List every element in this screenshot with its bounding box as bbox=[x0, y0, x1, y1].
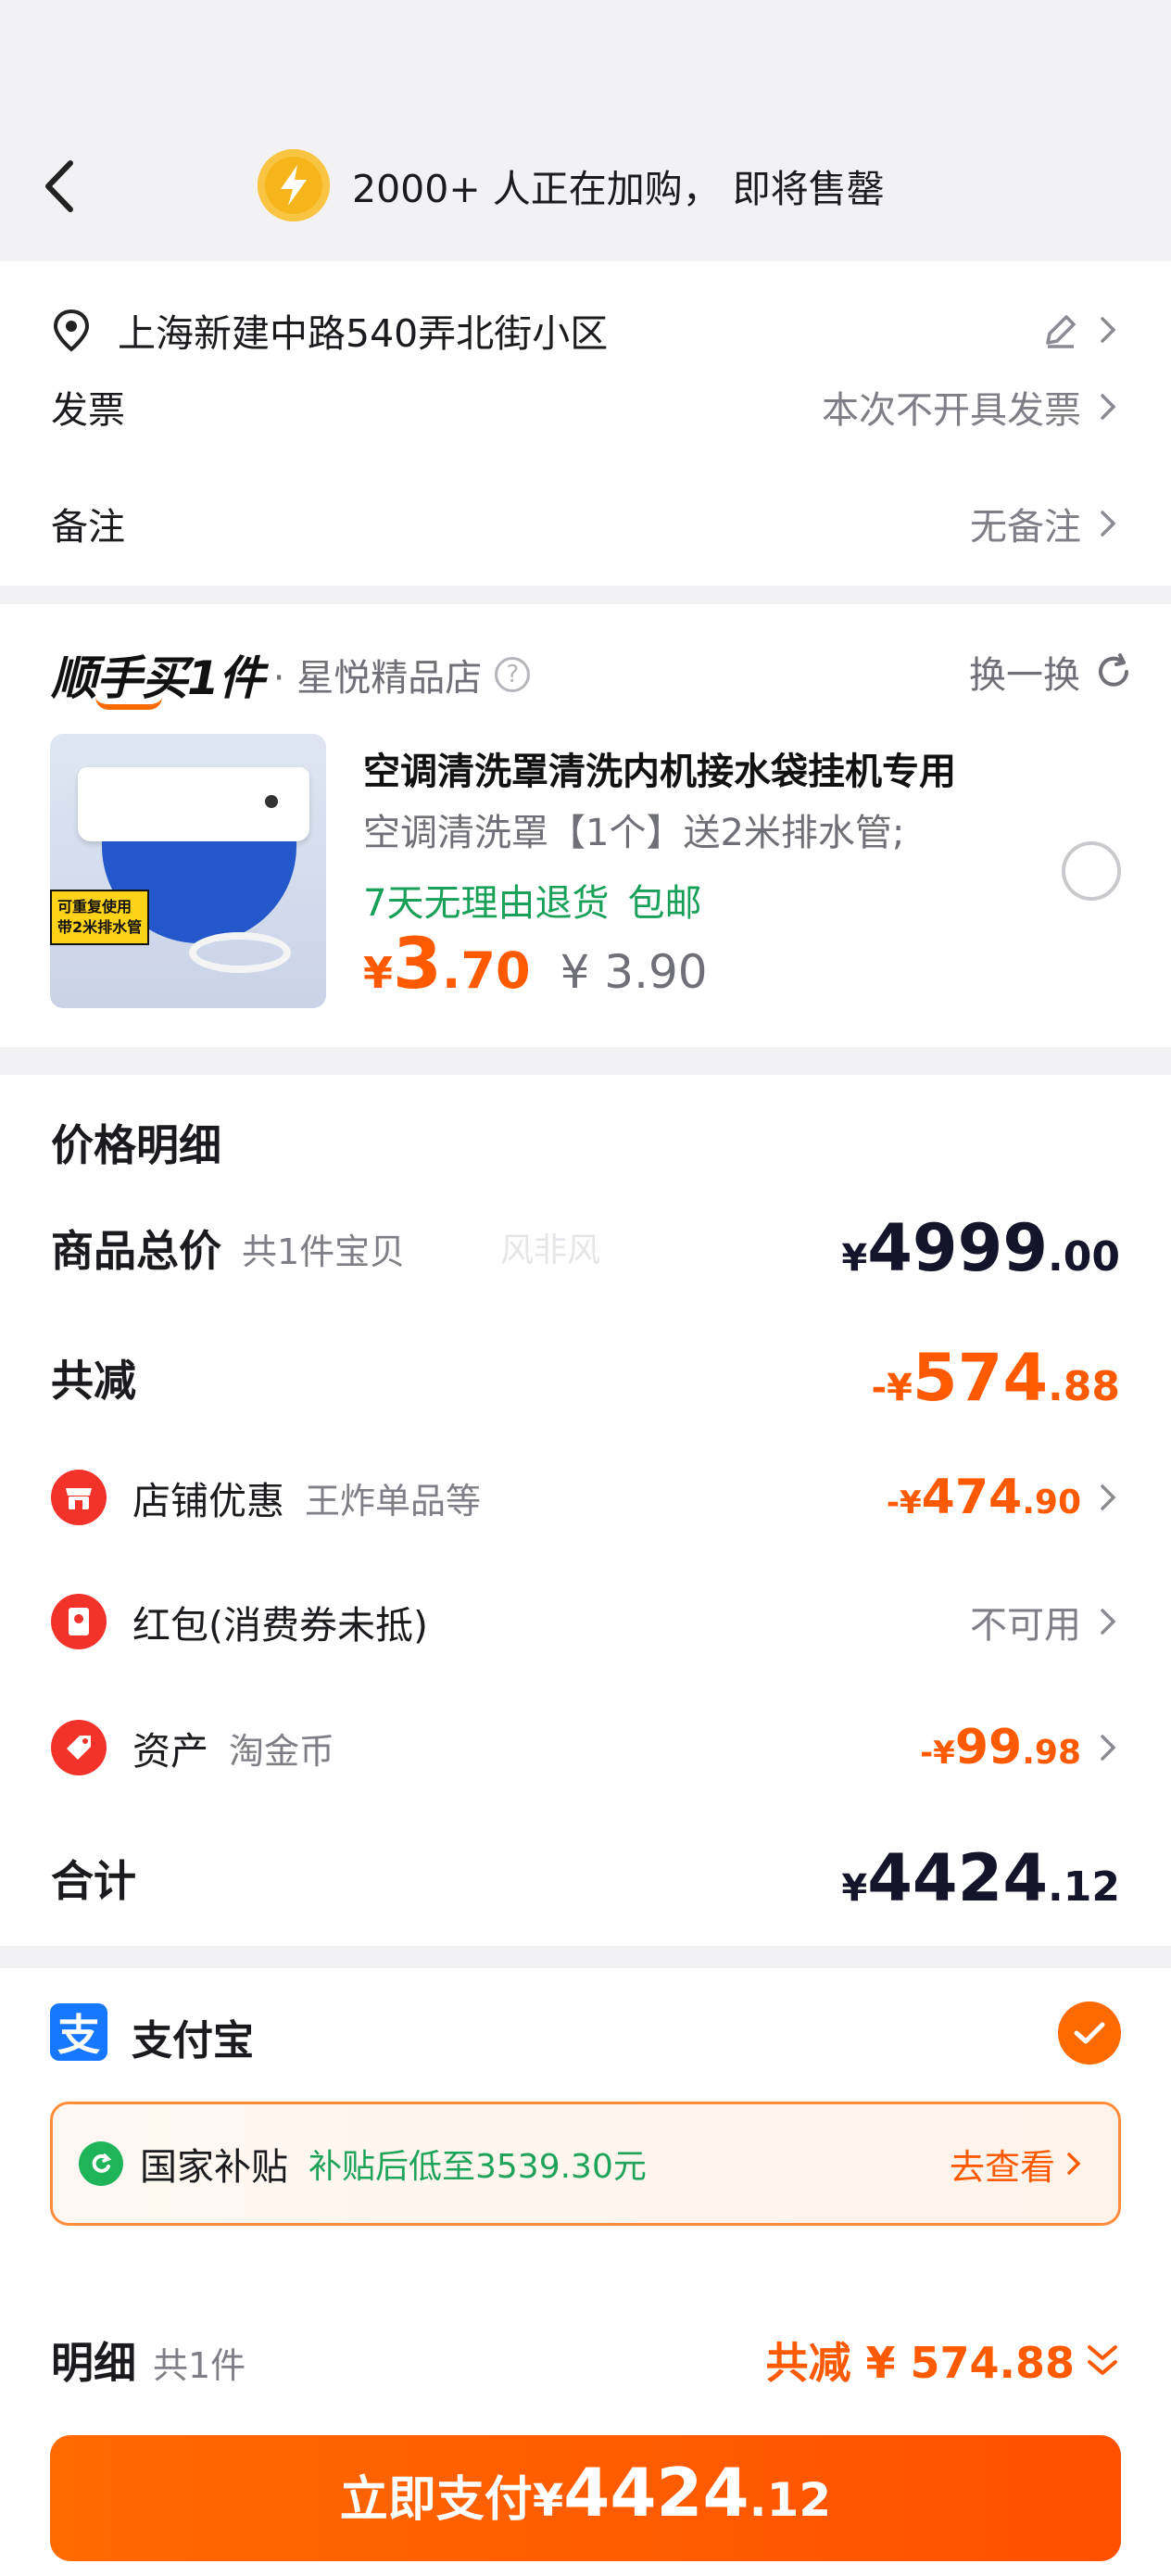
redpacket-label: 红包(消费券未抵) bbox=[132, 1603, 428, 1648]
remark-label: 备注 bbox=[51, 506, 125, 549]
chevron-right-icon bbox=[1067, 2153, 1081, 2175]
select-radio[interactable] bbox=[1062, 841, 1121, 901]
shop-coupon-row[interactable]: 店铺优惠 王炸单品等 -¥ 474.90 bbox=[51, 1470, 1120, 1525]
subsidy-icon bbox=[79, 2141, 123, 2186]
brand-logo: 顺手买1件 bbox=[51, 641, 265, 710]
double-chevron-down-icon bbox=[1088, 2345, 1117, 2375]
addon-header: 顺手买1件 · 星悦精品店 ? bbox=[51, 641, 531, 710]
redpacket-value: 不可用 bbox=[970, 1604, 1081, 1647]
section-title: 价格明细 bbox=[51, 1120, 221, 1170]
address-text: 上海新建中路540弄北街小区 bbox=[118, 311, 609, 356]
total-label: 商品总价 bbox=[51, 1226, 221, 1276]
asset-row[interactable]: 资产 淘金币 -¥ 99.98 bbox=[51, 1720, 1120, 1775]
help-icon[interactable]: ? bbox=[495, 657, 531, 692]
asset-amount: -¥ 99.98 bbox=[920, 1720, 1081, 1775]
payment-card: 支 支付宝 国家补贴 补贴后低至3539.30元 去查看 bbox=[0, 1968, 1171, 2298]
chevron-right-icon bbox=[1101, 317, 1116, 343]
pay-now-button[interactable]: 立即支付 ¥ 4424 .12 bbox=[50, 2435, 1121, 2561]
price-detail-card: 价格明细 风非风 商品总价 共1件宝贝 ¥4999.00 共减 -¥ 574.88… bbox=[0, 1075, 1171, 1946]
back-arrow-icon[interactable] bbox=[37, 158, 83, 215]
shop-coupon-note: 王炸单品等 bbox=[305, 1480, 482, 1522]
shop-coupon-label: 店铺优惠 bbox=[132, 1479, 284, 1523]
location-pin-icon bbox=[53, 309, 90, 352]
swap-button[interactable]: 换一换 bbox=[969, 645, 1134, 699]
lightning-icon bbox=[258, 149, 330, 221]
subsidy-title: 国家补贴 bbox=[140, 2146, 288, 2189]
payment-method-name[interactable]: 支付宝 bbox=[132, 2007, 254, 2066]
remark-value: 无备注 bbox=[970, 506, 1081, 549]
discount-summary[interactable]: 共减 ¥ 574.88 bbox=[765, 2330, 1121, 2391]
refresh-icon bbox=[1099, 653, 1128, 687]
air-conditioner-illustration bbox=[78, 767, 309, 841]
subsidy-banner[interactable]: 国家补贴 补贴后低至3539.30元 去查看 bbox=[50, 2102, 1121, 2226]
invoice-value: 本次不开具发票 bbox=[822, 389, 1081, 432]
chevron-right-icon bbox=[1101, 1735, 1116, 1761]
promo-text: 2000+ 人正在加购， 即将售罄 bbox=[352, 167, 885, 211]
discount-label: 共减 bbox=[51, 1356, 136, 1406]
invoice-row[interactable]: 发票 本次不开具发票 bbox=[51, 380, 1120, 434]
product-spec: 空调清洗罩【1个】送2米排水管; bbox=[363, 812, 905, 854]
address-row[interactable]: 上海新建中路540弄北街小区 bbox=[51, 302, 1120, 358]
original-price: ¥ 3.90 bbox=[560, 945, 708, 999]
swap-label: 换一换 bbox=[969, 654, 1080, 697]
detail-label: 明细 bbox=[51, 2338, 136, 2388]
promo-banner: 2000+ 人正在加购， 即将售罄 bbox=[258, 148, 885, 222]
chevron-right-icon bbox=[1101, 394, 1116, 420]
image-tag: 可重复使用 带2米排水管 bbox=[50, 890, 150, 945]
discount-total: 共减 ¥ 574.88 bbox=[765, 2338, 1075, 2388]
detail-count: 共1件 bbox=[153, 2345, 246, 2386]
sum-label: 合计 bbox=[51, 1856, 136, 1906]
detail-summary[interactable]: 明细 共1件 bbox=[51, 2330, 246, 2391]
shop-coupon-amount: -¥ 474.90 bbox=[886, 1470, 1081, 1525]
address-card: 上海新建中路540弄北街小区 发票 本次不开具发票 备注 无备注 bbox=[0, 261, 1171, 586]
product-image[interactable]: 可重复使用 带2米排水管 bbox=[50, 734, 326, 1008]
chevron-right-icon bbox=[1101, 1484, 1116, 1510]
edit-icon[interactable] bbox=[1040, 309, 1081, 350]
selected-check-icon[interactable] bbox=[1058, 2001, 1121, 2065]
addon-card: 顺手买1件 · 星悦精品店 ? 换一换 可重复使用 带2米排水管 空调清洗罩清洗内… bbox=[0, 604, 1171, 1047]
asset-label: 资产 bbox=[132, 1729, 208, 1774]
subsidy-desc: 补贴后低至3539.30元 bbox=[308, 2148, 647, 2186]
alipay-icon: 支 bbox=[50, 2003, 107, 2061]
sum-row: 合计 ¥4424.12 bbox=[51, 1846, 1120, 1911]
bottom-bar: 明细 共1件 共减 ¥ 574.88 立即支付 ¥ 4424 .12 bbox=[0, 2289, 1171, 2576]
checkout-page: 2000+ 人正在加购， 即将售罄 上海新建中路540弄北街小区 发票 本次不开… bbox=[0, 0, 1171, 2576]
chevron-right-icon bbox=[1101, 1609, 1116, 1635]
tag-icon bbox=[51, 1720, 107, 1775]
invoice-label: 发票 bbox=[51, 389, 125, 432]
sum-amount: ¥4424.12 bbox=[841, 1840, 1120, 1916]
total-amount: ¥4999.00 bbox=[841, 1210, 1120, 1286]
red-packet-icon bbox=[51, 1594, 107, 1649]
redpacket-row[interactable]: 红包(消费券未抵) 不可用 bbox=[51, 1594, 1120, 1649]
product-title[interactable]: 空调清洗罩清洗内机接水袋挂机专用 bbox=[363, 741, 956, 795]
shop-name[interactable]: · 星悦精品店 bbox=[273, 648, 482, 701]
shop-icon bbox=[51, 1470, 107, 1525]
asset-note: 淘金币 bbox=[229, 1730, 335, 1772]
free-shipping-tag: 包邮 bbox=[627, 882, 702, 925]
discount-amount: -¥ 574.88 bbox=[871, 1340, 1120, 1416]
total-price-row: 商品总价 共1件宝贝 ¥4999.00 bbox=[51, 1216, 1120, 1281]
total-note: 共1件宝贝 bbox=[242, 1231, 406, 1272]
remark-row[interactable]: 备注 无备注 bbox=[51, 497, 1120, 550]
return-policy-tag: 7天无理由退货 bbox=[363, 882, 610, 925]
header: 2000+ 人正在加购， 即将售罄 bbox=[0, 0, 1171, 261]
product-price: ¥ 3 .70 ¥ 3.90 bbox=[363, 922, 708, 1004]
subsidy-link[interactable]: 去查看 bbox=[950, 2139, 1085, 2190]
discount-row: 共减 -¥ 574.88 bbox=[51, 1345, 1120, 1410]
chevron-right-icon bbox=[1101, 511, 1116, 537]
service-tags: 7天无理由退货 包邮 bbox=[363, 873, 701, 927]
